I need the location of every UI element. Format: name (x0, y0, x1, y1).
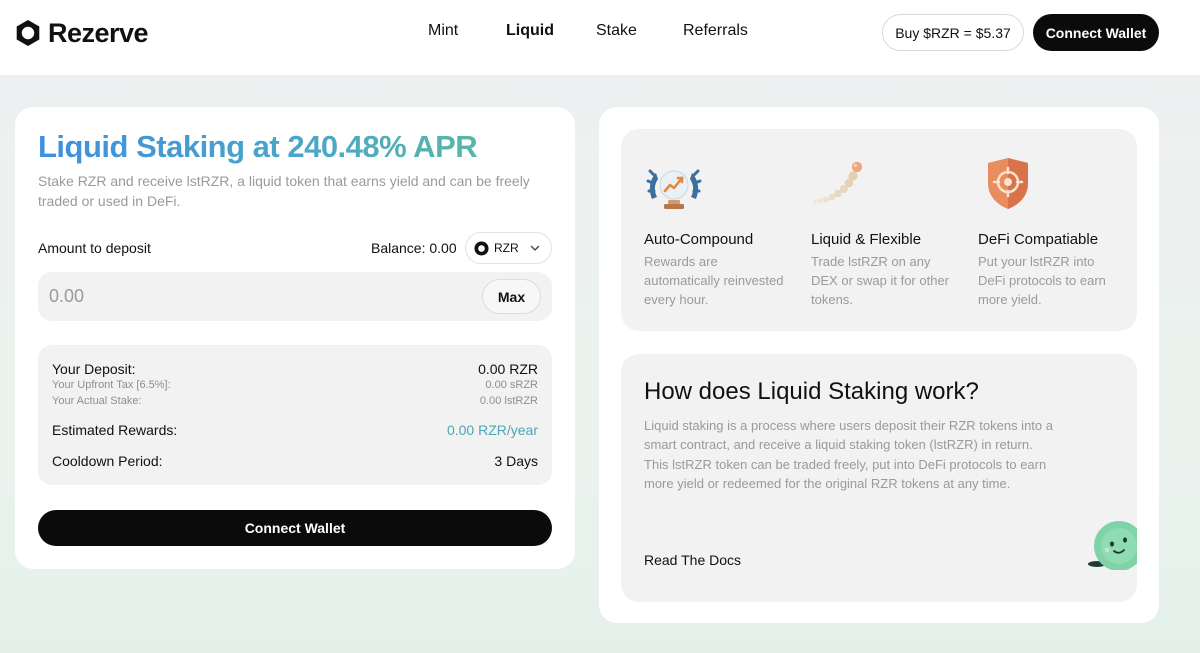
token-name: RZR (494, 241, 519, 255)
page-title: Liquid Staking at 240.48% APR (38, 129, 478, 164)
cooldown-label: Cooldown Period: (52, 453, 163, 469)
feature-auto-compound: Auto-Compound Rewards are automatically … (644, 129, 794, 331)
estimated-rewards-label: Estimated Rewards: (52, 422, 178, 438)
info-card: Auto-Compound Rewards are automatically … (599, 107, 1159, 623)
connect-wallet-header-button[interactable]: Connect Wallet (1033, 14, 1159, 51)
amount-label: Amount to deposit (38, 240, 151, 256)
how-title: How does Liquid Staking work? (644, 378, 979, 405)
actual-stake-value: 0.00 lstRZR (479, 395, 538, 407)
page-subtitle: Stake RZR and receive lstRZR, a liquid t… (38, 173, 530, 209)
token-selector[interactable]: RZR (465, 232, 552, 264)
max-button[interactable]: Max (482, 279, 541, 314)
trophy-chart-icon (646, 169, 702, 209)
feature-title: Liquid & Flexible (811, 231, 922, 248)
feature-liquid-flexible: Liquid & Flexible Trade lstRZR on any DE… (811, 129, 961, 331)
feature-description: Trade lstRZR on any DEX or swap it for o… (811, 254, 949, 307)
feature-description: Rewards are automatically reinvested eve… (644, 254, 784, 307)
shield-target-icon (988, 158, 1028, 209)
nav-item-referrals[interactable]: Referrals (683, 22, 748, 40)
rzr-token-icon (474, 240, 489, 256)
feature-title: DeFi Compatiable (978, 231, 1099, 248)
upfront-tax-label: Your Upfront Tax [6.5%]: (52, 379, 171, 391)
top-header: Rezerve Mint Liquid Stake Referrals Buy … (0, 0, 1200, 75)
nav-item-liquid[interactable]: Liquid (506, 22, 554, 40)
cooldown-value: 3 Days (494, 453, 538, 469)
read-docs-link[interactable]: Read The Docs (644, 552, 741, 568)
feature-title: Auto-Compound (644, 231, 754, 248)
upfront-tax-value: 0.00 sRZR (485, 379, 538, 391)
your-deposit-label: Your Deposit: (52, 361, 136, 377)
deposit-card: Liquid Staking at 240.48% APR Stake RZR … (15, 107, 575, 569)
feature-defi-compatible: DeFi Compatiable Put your lstRZR into De… (978, 129, 1128, 331)
beads-trail-icon (813, 161, 863, 204)
mascot-icon (1088, 521, 1137, 570)
how-description: Liquid staking is a process where users … (644, 418, 1053, 492)
estimated-rewards-value: 0.00 RZR/year (446, 422, 538, 438)
nav-item-mint[interactable]: Mint (428, 22, 458, 40)
actual-stake-label: Your Actual Stake: (52, 395, 142, 407)
features-panel: Auto-Compound Rewards are automatically … (621, 129, 1137, 331)
connect-wallet-button[interactable]: Connect Wallet (38, 510, 552, 546)
balance-label: Balance: 0.00 (371, 240, 457, 256)
nav-item-stake[interactable]: Stake (596, 22, 637, 40)
feature-description: Put your lstRZR into DeFi protocols to e… (978, 254, 1106, 307)
amount-input[interactable] (49, 281, 449, 311)
your-deposit-value: 0.00 RZR (478, 361, 538, 377)
deposit-summary: Your Deposit: 0.00 RZR Your Upfront Tax … (38, 345, 552, 485)
buy-rzr-price-button[interactable]: Buy $RZR = $5.37 (882, 14, 1024, 51)
chevron-down-icon (530, 245, 540, 251)
amount-field-container: Max (38, 272, 552, 321)
how-it-works-panel: How does Liquid Staking work? Liquid sta… (621, 354, 1137, 602)
